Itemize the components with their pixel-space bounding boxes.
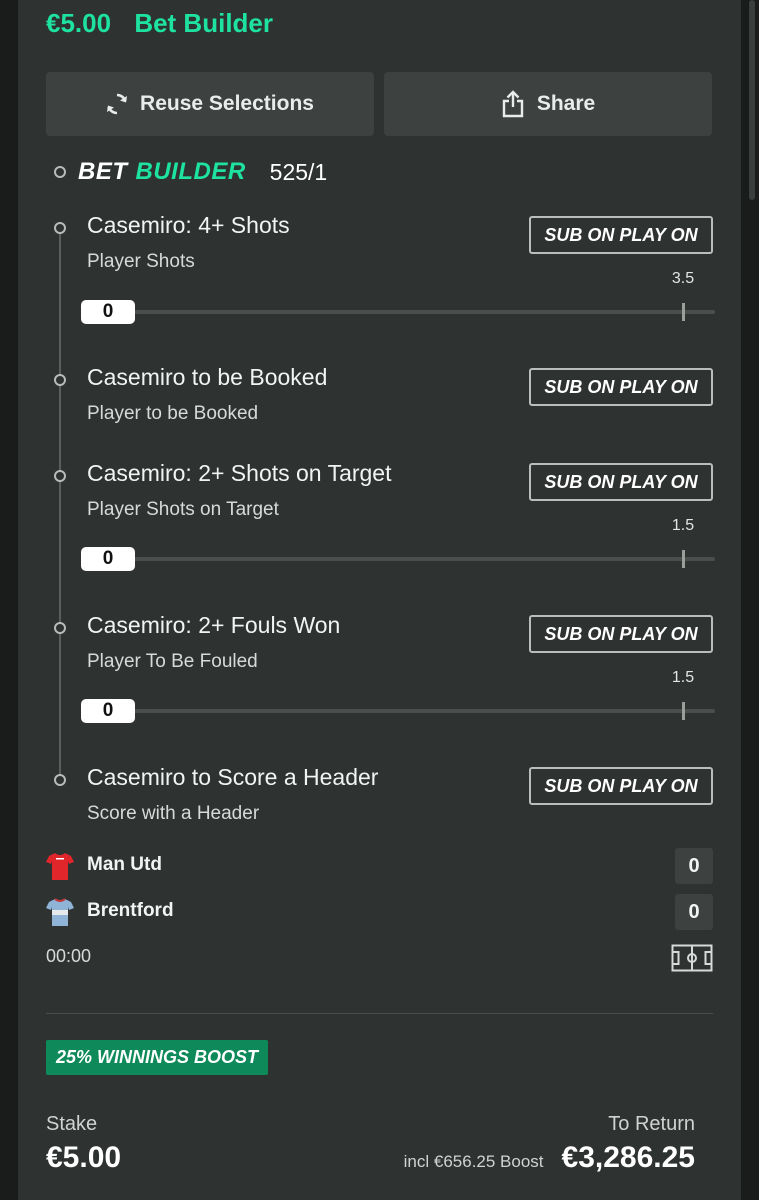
header-stake: €5.00 xyxy=(46,8,112,38)
selection-market: Player To Be Fouled xyxy=(87,651,258,672)
tracker-line-label: 1.5 xyxy=(671,669,695,686)
header-bet-type: Bet Builder xyxy=(134,8,273,38)
scrollbar-thumb[interactable] xyxy=(749,0,755,200)
match-clock: 00:00 xyxy=(46,946,92,966)
tracker-current-value: 0 xyxy=(81,300,135,324)
bet-odds: 525/1 xyxy=(269,158,328,185)
home-team-name: Man Utd xyxy=(87,854,162,875)
stake-value: €5.00 xyxy=(46,1141,122,1174)
share-button[interactable]: Share xyxy=(384,72,712,136)
scrollbar[interactable] xyxy=(741,0,759,1200)
progress-tracker: 0 3.5 xyxy=(81,270,715,324)
tracker-track xyxy=(121,310,715,314)
home-shirt-icon xyxy=(46,853,74,880)
tracker-line-marker xyxy=(682,702,685,720)
bet-card: €5.00 Bet Builder Reuse Selections Share… xyxy=(18,0,741,1200)
tracker-track xyxy=(121,709,715,713)
away-team-name: Brentford xyxy=(87,900,174,921)
sub-on-play-on-button[interactable]: SUB ON PLAY ON xyxy=(529,368,713,406)
tracker-current-value: 0 xyxy=(81,699,135,723)
winnings-boost-badge: 25% WINNINGS BOOST xyxy=(46,1040,269,1075)
to-return-value: €3,286.25 xyxy=(561,1141,695,1174)
sub-on-play-on-button[interactable]: SUB ON PLAY ON xyxy=(529,767,713,805)
timeline-line xyxy=(59,228,61,778)
selection-market: Player to be Booked xyxy=(87,403,259,424)
team-row-away: Brentford 0 xyxy=(46,894,713,930)
share-label: Share xyxy=(536,92,596,115)
bet-header: €5.00 Bet Builder xyxy=(46,8,273,39)
home-team-score: 0 xyxy=(675,848,713,884)
timeline-dot xyxy=(54,166,66,178)
timeline-dot xyxy=(54,222,66,234)
timeline-dot xyxy=(54,470,66,482)
timeline-dot xyxy=(54,774,66,786)
selection-title: Casemiro: 4+ Shots xyxy=(87,212,290,238)
reuse-selections-button[interactable]: Reuse Selections xyxy=(46,72,374,136)
pitch-icon[interactable] xyxy=(671,944,713,972)
timeline-dot xyxy=(54,374,66,386)
away-shirt-icon xyxy=(46,898,74,926)
sub-on-play-on-button[interactable]: SUB ON PLAY ON xyxy=(529,463,713,501)
share-icon xyxy=(502,90,524,118)
sub-on-play-on-button[interactable]: SUB ON PLAY ON xyxy=(529,615,713,653)
divider xyxy=(46,1013,713,1014)
bet-builder-logo-word2: BUILDER xyxy=(135,158,246,185)
bet-builder-title: BET BUILDER 525/1 xyxy=(54,158,327,186)
team-row-home: Man Utd 0 xyxy=(46,848,713,884)
away-team-score: 0 xyxy=(675,894,713,930)
bet-builder-logo-word1: BET xyxy=(78,158,128,185)
reuse-selections-label: Reuse Selections xyxy=(140,92,314,115)
tracker-current-value: 0 xyxy=(81,547,135,571)
selection-title: Casemiro to be Booked xyxy=(87,364,328,390)
selection-title: Casemiro: 2+ Fouls Won xyxy=(87,612,341,638)
sub-on-play-on-button[interactable]: SUB ON PLAY ON xyxy=(529,216,713,254)
to-return-label: To Return xyxy=(608,1113,695,1135)
stake-label: Stake xyxy=(46,1113,98,1135)
selection-title: Casemiro to Score a Header xyxy=(87,764,379,790)
left-gutter xyxy=(0,0,18,1200)
refresh-icon xyxy=(107,93,128,115)
boost-note: incl €656.25 Boost xyxy=(403,1152,544,1171)
selection-market: Score with a Header xyxy=(87,803,260,824)
tracker-line-marker xyxy=(682,303,685,321)
tracker-line-label: 1.5 xyxy=(671,517,695,534)
progress-tracker: 0 1.5 xyxy=(81,669,715,723)
selection-market: Player Shots xyxy=(87,251,195,272)
to-return-row: incl €656.25 Boost €3,286.25 xyxy=(404,1141,695,1175)
selection-market: Player Shots on Target xyxy=(87,499,279,520)
selection-title: Casemiro: 2+ Shots on Target xyxy=(87,460,392,486)
tracker-track xyxy=(121,557,715,561)
tracker-line-label: 3.5 xyxy=(671,270,695,287)
timeline-dot xyxy=(54,622,66,634)
tracker-line-marker xyxy=(682,550,685,568)
progress-tracker: 0 1.5 xyxy=(81,517,715,571)
